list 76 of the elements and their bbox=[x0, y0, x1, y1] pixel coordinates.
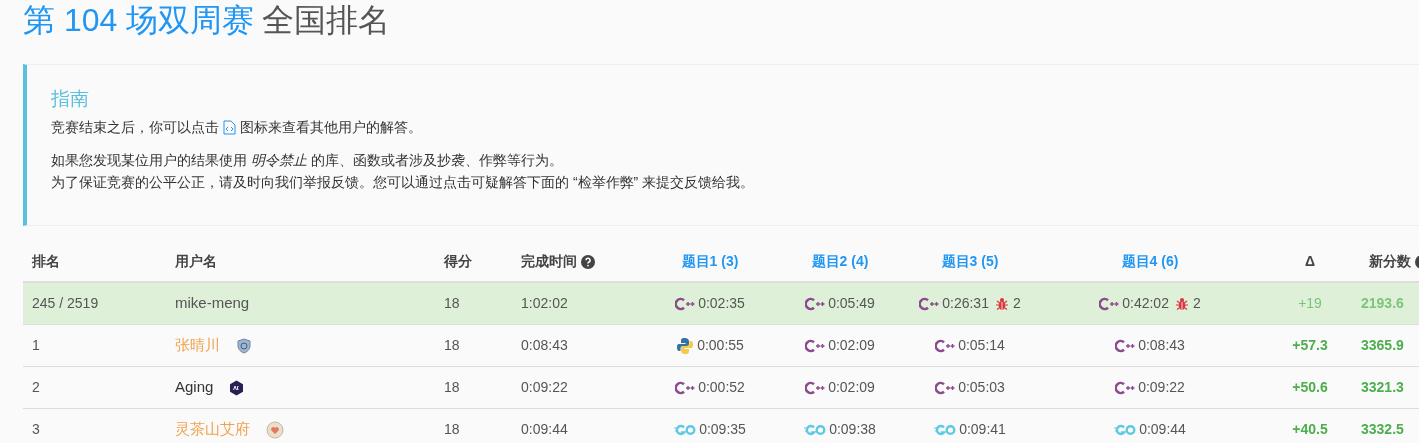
column-header: 用户名 bbox=[175, 252, 217, 271]
solve-time-link[interactable]: 0:08:43 bbox=[1138, 335, 1185, 356]
new-rating-text: 3365.9 bbox=[1360, 336, 1405, 355]
language-icon bbox=[1114, 423, 1137, 436]
solve-time-link[interactable]: 0:09:44 bbox=[1139, 419, 1186, 440]
solve-time-link[interactable]: 0:05:03 bbox=[958, 377, 1005, 398]
rating-change-text: +50.6 bbox=[1292, 378, 1328, 397]
rank-text: 3 bbox=[31, 420, 41, 439]
bug-icon bbox=[994, 296, 1009, 311]
column-header: 新分数 bbox=[1369, 252, 1411, 271]
language-icon bbox=[805, 338, 826, 353]
solve-time-link[interactable]: 0:09:35 bbox=[699, 419, 746, 440]
hexagon-badge-icon bbox=[229, 379, 245, 396]
solve-time-link[interactable]: 0:09:22 bbox=[1138, 377, 1185, 398]
help-icon[interactable] bbox=[581, 254, 595, 269]
column-header: Δ bbox=[1304, 252, 1316, 271]
bug-icon bbox=[1174, 296, 1189, 311]
solve-time-link[interactable]: 0:02:35 bbox=[698, 293, 745, 314]
new-rating-text: 2193.6 bbox=[1360, 294, 1405, 313]
language-icon bbox=[675, 380, 696, 395]
language-icon bbox=[676, 336, 695, 355]
guide-text: 如果您发现某位用户的结果使用 明令禁止 的库、函数或者涉及抄袭、作弊等行为。 bbox=[51, 151, 564, 170]
language-icon bbox=[675, 296, 696, 311]
language-icon bbox=[805, 380, 826, 395]
rank-text: 1 bbox=[31, 336, 41, 355]
score-text: 18 bbox=[443, 420, 461, 439]
solve-time-link[interactable]: 0:05:49 bbox=[828, 293, 875, 314]
language-icon bbox=[805, 296, 826, 311]
language-icon bbox=[919, 296, 940, 311]
language-icon bbox=[1115, 338, 1136, 353]
solve-time-link[interactable]: 0:26:31 bbox=[942, 293, 989, 314]
solve-time-link[interactable]: 0:05:14 bbox=[958, 335, 1005, 356]
column-header: 完成时间 bbox=[521, 252, 577, 271]
language-icon bbox=[1115, 380, 1136, 395]
finish-time-text: 1:02:02 bbox=[520, 294, 569, 313]
language-icon bbox=[804, 423, 827, 436]
score-text: 18 bbox=[443, 336, 461, 355]
solve-time-link[interactable]: 0:02:09 bbox=[828, 335, 875, 356]
rank-text: 2 bbox=[31, 378, 41, 397]
solve-time-link[interactable]: 0:00:55 bbox=[697, 335, 744, 356]
rating-change-text: +40.5 bbox=[1292, 420, 1328, 439]
guide-text: 竞赛结束之后，你可以点击 bbox=[51, 118, 219, 137]
rating-change-text: +19 bbox=[1298, 294, 1322, 313]
language-icon bbox=[1099, 296, 1120, 311]
column-header: 得分 bbox=[444, 252, 472, 271]
guide-text: 图标来查看其他用户的解答。 bbox=[240, 118, 422, 137]
solve-time-link[interactable]: 0:09:41 bbox=[959, 419, 1006, 440]
rating-change-text: +57.3 bbox=[1292, 336, 1328, 355]
finish-time-text: 0:09:22 bbox=[520, 378, 569, 397]
solve-time-link[interactable]: 0:09:38 bbox=[829, 419, 876, 440]
wrong-count-text: 2 bbox=[1192, 294, 1201, 313]
guide-text: 为了保证竞赛的公平公正，请及时向我们举报反馈。您可以通过点击可疑解答下面的 “检举作弊” 来提交反馈给我。 bbox=[51, 173, 756, 192]
title-text: 全国排名 bbox=[262, 4, 391, 36]
language-icon bbox=[674, 423, 697, 436]
score-text: 18 bbox=[443, 294, 461, 313]
finish-time-text: 0:08:43 bbox=[520, 336, 569, 355]
username-link[interactable]: mike-meng bbox=[175, 292, 250, 315]
guide-heading: 指南 bbox=[51, 87, 90, 111]
finish-time-text: 0:09:44 bbox=[520, 420, 569, 439]
score-text: 18 bbox=[443, 378, 461, 397]
solve-time-link[interactable]: 0:00:52 bbox=[698, 377, 745, 398]
username-link[interactable]: Aging bbox=[175, 376, 214, 399]
language-icon bbox=[935, 338, 956, 353]
new-rating-text: 3332.5 bbox=[1360, 420, 1405, 439]
column-header: 排名 bbox=[32, 252, 60, 271]
language-icon bbox=[935, 380, 956, 395]
ranking-row[interactable]: 245 / 2519 mike-meng 18 1:02:02 0:02:35 0:05:49 0:26:31 2 0:42:02 2 +19 2193.6 bbox=[23, 283, 1419, 325]
solve-time-link[interactable]: 0:02:09 bbox=[828, 377, 875, 398]
round-badge-icon bbox=[266, 420, 284, 439]
new-rating-text: 3321.3 bbox=[1360, 378, 1405, 397]
rank-text: 245 / 2519 bbox=[31, 294, 100, 313]
solve-time-link[interactable]: 0:42:02 bbox=[1122, 293, 1169, 314]
shield-badge-icon bbox=[236, 337, 252, 354]
code-file-icon bbox=[223, 119, 236, 135]
language-icon bbox=[934, 423, 957, 436]
wrong-count-text: 2 bbox=[1012, 294, 1021, 313]
